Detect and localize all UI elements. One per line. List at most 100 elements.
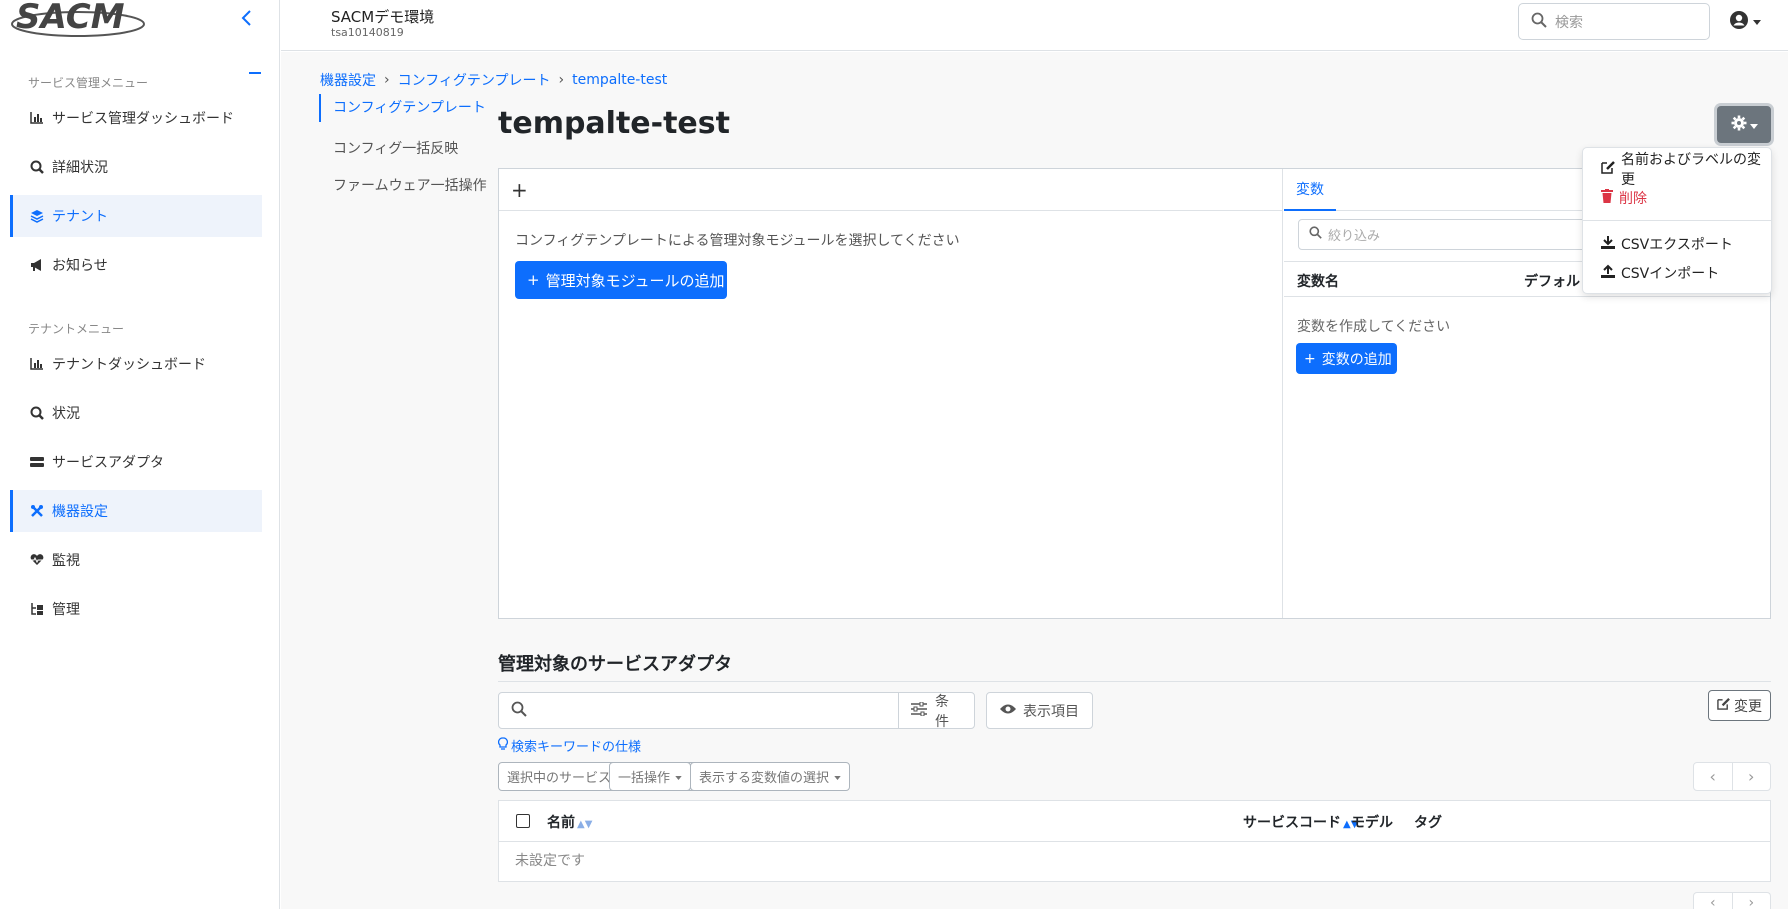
- menu-item-label: 削除: [1619, 190, 1647, 207]
- bulk-operation-label: 一括操作: [618, 771, 671, 786]
- sidebar-item-status[interactable]: 状況: [10, 392, 262, 434]
- subnav-firmware-bulk[interactable]: ファームウェア一括操作: [319, 168, 487, 205]
- tab-variables[interactable]: 変数: [1284, 169, 1336, 211]
- megaphone-icon: [28, 258, 46, 272]
- column-variable-name: 変数名: [1297, 274, 1339, 290]
- variable-value-select-dropdown[interactable]: 表示する変数値の選択: [690, 762, 851, 791]
- column-name-label: 名前: [547, 815, 575, 831]
- sidebar-item-label: 管理: [52, 602, 80, 618]
- menu-item-label: CSVインポート: [1621, 265, 1720, 282]
- chart-bar-icon: [28, 112, 46, 124]
- caret-down-icon: [1753, 14, 1761, 30]
- tenant-menu-title: テナントメニュー: [28, 322, 125, 336]
- display-columns-button[interactable]: 表示項目: [986, 692, 1093, 729]
- sidebar-item-device-settings[interactable]: 機器設定: [10, 490, 262, 532]
- sacm-logo[interactable]: SACM: [8, 0, 148, 40]
- column-service-code-label: サービスコード: [1243, 815, 1341, 831]
- caret-down-icon: [1749, 117, 1758, 133]
- menu-item-label: CSVエクスポート: [1621, 236, 1733, 253]
- subnav-config-template[interactable]: コンフィグテンプレート: [319, 94, 487, 122]
- magnify-chart-icon: [28, 160, 46, 174]
- sidebar-item-tenant[interactable]: テナント: [10, 195, 262, 237]
- collapse-sidebar-icon[interactable]: [240, 8, 254, 33]
- add-variable-button[interactable]: + 変数の追加: [1296, 343, 1397, 374]
- prev-page-button[interactable]: ‹: [1694, 763, 1733, 790]
- sidebar-item-monitoring[interactable]: 監視: [10, 539, 262, 581]
- gear-icon: [1731, 115, 1747, 135]
- menu-item-csv-import[interactable]: CSVインポート: [1583, 258, 1771, 287]
- tree-icon: [28, 602, 46, 616]
- change-label: 変更: [1734, 698, 1762, 715]
- magnify-chart-icon: [28, 406, 46, 420]
- keyword-spec-link[interactable]: 検索キーワードの仕様: [498, 736, 641, 755]
- change-button[interactable]: 変更: [1708, 690, 1771, 721]
- sidebar-item-label: サービス管理ダッシュボード: [52, 111, 234, 127]
- filter-placeholder: 絞り込み: [1328, 229, 1381, 244]
- sidebar-item-label: 監視: [52, 553, 80, 569]
- tools-icon: [28, 504, 46, 518]
- service-adapters-title: 管理対象のサービスアダプタ: [498, 654, 732, 675]
- condition-button[interactable]: 条件: [898, 693, 974, 730]
- sidebar-item-detail-status[interactable]: 詳細状況: [10, 146, 262, 188]
- sidebar-item-service-dashboard[interactable]: サービス管理ダッシュボード: [10, 97, 262, 139]
- pagination-bottom: ‹ ›: [1693, 892, 1771, 909]
- subnav-config-bulk-apply[interactable]: コンフィグ一括反映: [319, 131, 487, 168]
- column-model: モデル: [1351, 815, 1393, 831]
- search-icon: [511, 701, 527, 721]
- next-page-button[interactable]: ›: [1733, 893, 1771, 909]
- trash-icon: [1601, 188, 1613, 207]
- bulk-operation-dropdown[interactable]: 一括操作: [609, 762, 692, 791]
- menu-item-label: 名前およびラベルの変更: [1621, 151, 1761, 188]
- sidebar-item-label: 詳細状況: [52, 160, 108, 176]
- search-icon: [1531, 12, 1547, 32]
- chart-bar-icon: [28, 358, 46, 370]
- variable-empty-text: 変数を作成してください: [1297, 319, 1451, 335]
- column-service-code[interactable]: サービスコード ▲▼: [1243, 812, 1358, 832]
- service-adapter-search-input[interactable]: 条件: [498, 692, 975, 730]
- lightbulb-icon: [498, 736, 508, 755]
- sidebar-item-label: 状況: [52, 406, 80, 422]
- chevron-right-icon: ›: [384, 72, 390, 88]
- environment-name: SACMデモ環境: [331, 8, 435, 26]
- sidebar-item-label: お知らせ: [52, 258, 108, 274]
- breadcrumb-config-template[interactable]: コンフィグテンプレート: [398, 70, 551, 90]
- breadcrumb-current: tempalte-test: [572, 72, 668, 88]
- column-name[interactable]: 名前 ▲▼: [547, 812, 592, 832]
- caret-down-icon: [834, 769, 841, 784]
- sidebar-item-service-adapter[interactable]: サービスアダプタ: [10, 441, 262, 483]
- select-all-checkbox[interactable]: [516, 814, 530, 828]
- breadcrumb-device-settings[interactable]: 機器設定: [320, 70, 376, 90]
- search-icon: [1309, 226, 1322, 243]
- collapse-menu-icon[interactable]: [249, 72, 261, 74]
- variable-value-select-label: 表示する変数値の選択: [699, 771, 830, 786]
- prev-page-button[interactable]: ‹: [1694, 893, 1733, 909]
- edit-icon: [1717, 697, 1730, 714]
- section-divider: [498, 681, 1771, 682]
- breadcrumb: 機器設定 › コンフィグテンプレート › tempalte-test: [320, 70, 667, 90]
- global-search-input[interactable]: 検索: [1518, 3, 1710, 40]
- add-module-label: 管理対象モジュールの追加: [545, 271, 725, 290]
- next-page-button[interactable]: ›: [1733, 763, 1771, 790]
- eye-icon: [999, 703, 1017, 719]
- plus-icon: +: [527, 271, 540, 289]
- caret-down-icon: [675, 769, 682, 784]
- menu-item-csv-export[interactable]: CSVエクスポート: [1583, 229, 1771, 258]
- chevron-right-icon: ›: [558, 72, 565, 88]
- add-module-button[interactable]: + 管理対象モジュールの追加: [515, 261, 727, 299]
- user-menu-button[interactable]: [1729, 10, 1761, 34]
- sidebar-item-notice[interactable]: お知らせ: [10, 244, 262, 286]
- service-adapter-table: 名前 ▲▼ サービスコード ▲▼ モデル タグ 未設定です: [498, 800, 1771, 882]
- settings-menu-button[interactable]: [1717, 106, 1771, 143]
- download-icon: [1601, 235, 1615, 253]
- top-header: SACMデモ環境 tsa10140819 検索: [281, 0, 1788, 51]
- sort-icon: ▲▼: [577, 819, 593, 830]
- sidebar-item-label: テナントダッシュボード: [52, 357, 206, 373]
- add-tab-button[interactable]: +: [511, 178, 528, 202]
- condition-label: 条件: [935, 693, 949, 730]
- search-placeholder: 検索: [1555, 14, 1583, 31]
- sidebar-item-admin[interactable]: 管理: [10, 588, 262, 630]
- server-icon: [28, 456, 46, 468]
- variable-filter-input[interactable]: 絞り込み: [1298, 219, 1598, 250]
- sidebar-item-tenant-dashboard[interactable]: テナントダッシュボード: [10, 343, 262, 385]
- menu-item-rename[interactable]: 名前およびラベルの変更: [1583, 152, 1771, 188]
